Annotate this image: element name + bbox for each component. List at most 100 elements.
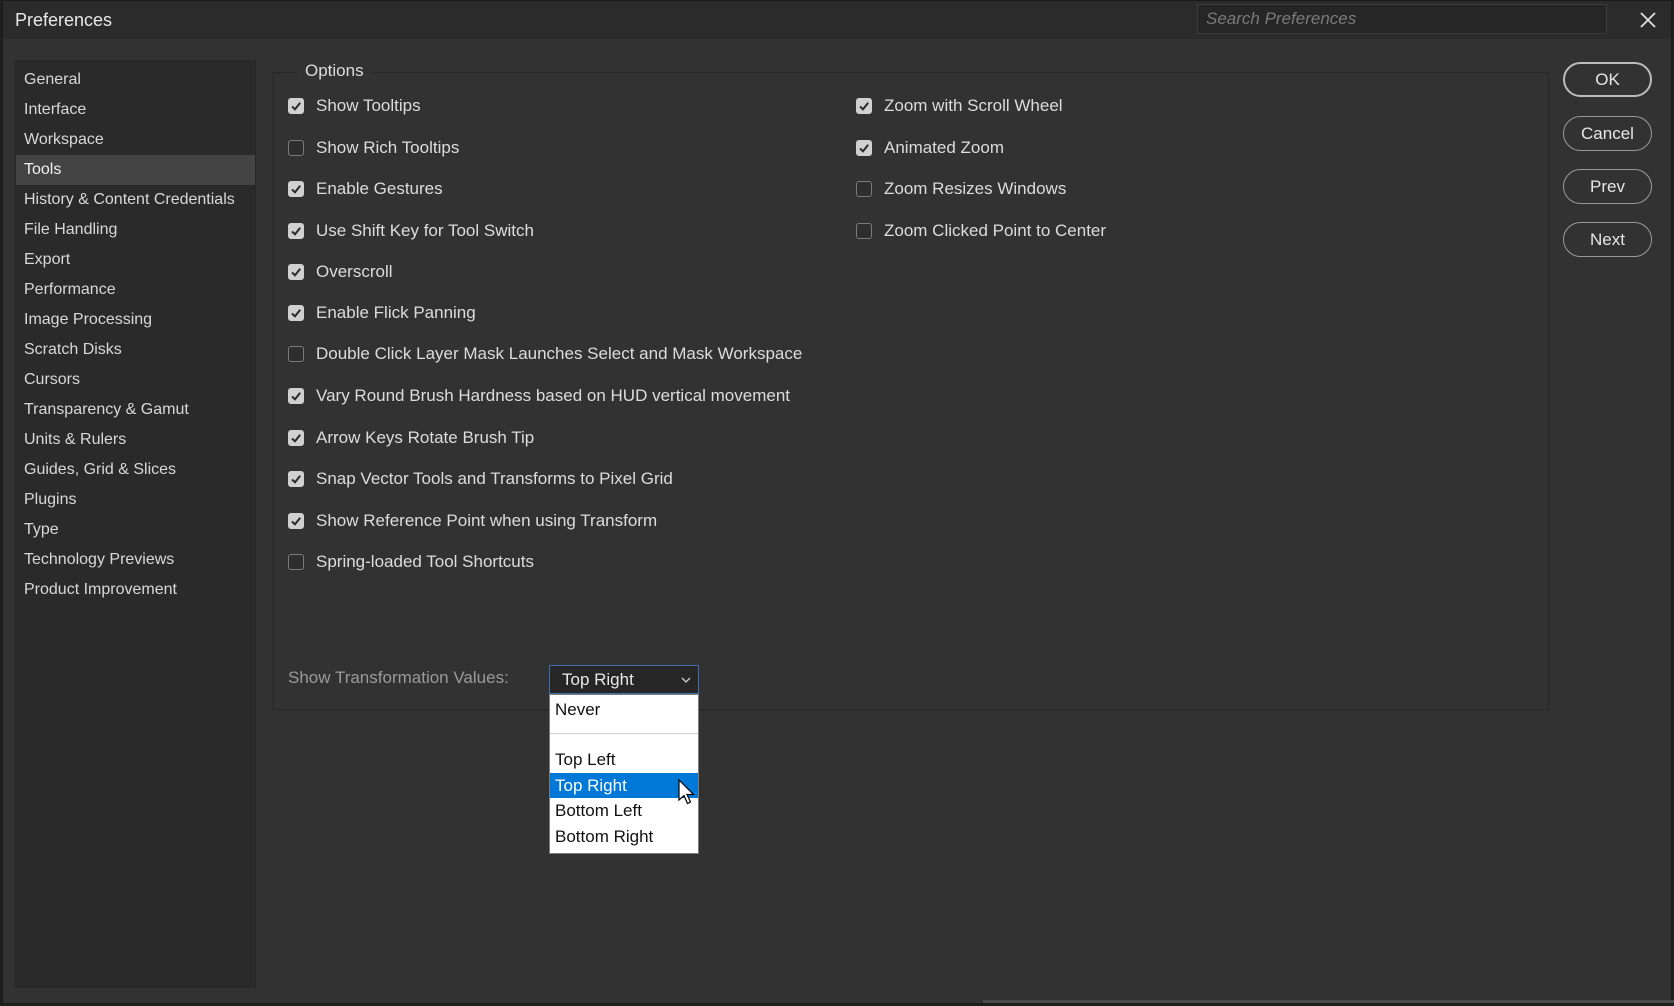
checkmark-icon [291,227,301,236]
checkbox[interactable] [288,471,304,487]
sidebar-item-general[interactable]: General [16,65,255,95]
checkbox[interactable] [856,98,872,114]
sidebar-item-product-improvement[interactable]: Product Improvement [16,575,255,605]
sidebar-item-file-handling[interactable]: File Handling [16,215,255,245]
checkbox[interactable] [288,140,304,156]
chevron-down-icon [681,677,691,683]
sidebar-item-type[interactable]: Type [16,515,255,545]
dropdown-option-bottom-left[interactable]: Bottom Left [550,798,698,823]
select-value: Top Right [562,669,634,689]
option-zoom-clicked-point[interactable]: Zoom Clicked Point to Center [856,219,1106,243]
dropdown-option-never[interactable]: Never [550,697,698,722]
options-group-label: Options [297,61,372,81]
transformation-values-select[interactable]: Top Right [549,665,699,694]
dropdown-option-top-left[interactable]: Top Left [550,747,698,772]
option-label: Snap Vector Tools and Transforms to Pixe… [316,469,673,488]
checkbox[interactable] [288,346,304,362]
option-label: Animated Zoom [884,138,1004,157]
option-label: Enable Gestures [316,179,443,198]
next-button[interactable]: Next [1563,222,1652,257]
checkbox[interactable] [288,388,304,404]
option-show-tooltips[interactable]: Show Tooltips [288,94,421,118]
cancel-button[interactable]: Cancel [1563,116,1652,151]
option-arrow-keys-rotate[interactable]: Arrow Keys Rotate Brush Tip [288,426,534,450]
close-button[interactable] [1635,7,1661,33]
search-input[interactable] [1197,4,1607,34]
checkmark-icon [291,102,301,111]
sidebar-item-interface[interactable]: Interface [16,95,255,125]
checkbox[interactable] [856,140,872,156]
option-label: Use Shift Key for Tool Switch [316,221,534,240]
option-double-click-layer-mask[interactable]: Double Click Layer Mask Launches Select … [288,342,802,366]
option-label: Spring-loaded Tool Shortcuts [316,552,534,571]
sidebar-item-scratch-disks[interactable]: Scratch Disks [16,335,255,365]
dialog-title: Preferences [15,10,113,30]
title-bar: Preferences [3,1,1671,39]
sidebar-item-technology-previews[interactable]: Technology Previews [16,545,255,575]
checkbox[interactable] [288,98,304,114]
option-overscroll[interactable]: Overscroll [288,260,393,284]
checkbox[interactable] [288,513,304,529]
option-label: Arrow Keys Rotate Brush Tip [316,428,535,447]
window-bottom-edge [983,1000,1674,1003]
dropdown-separator [550,733,698,734]
option-animated-zoom[interactable]: Animated Zoom [856,136,1004,160]
checkmark-icon [291,475,301,484]
transformation-values-dropdown: Never Top Left Top Right Bottom Left Bot… [549,694,699,854]
checkbox[interactable] [288,264,304,280]
checkmark-icon [859,144,869,153]
option-zoom-scroll-wheel[interactable]: Zoom with Scroll Wheel [856,94,1063,118]
dropdown-option-top-right[interactable]: Top Right [550,773,698,798]
option-label: Zoom with Scroll Wheel [884,96,1063,115]
checkmark-icon [859,102,869,111]
option-vary-round-brush[interactable]: Vary Round Brush Hardness based on HUD v… [288,384,790,408]
checkmark-icon [291,268,301,277]
option-enable-gestures[interactable]: Enable Gestures [288,177,443,201]
checkbox[interactable] [856,223,872,239]
option-label: Vary Round Brush Hardness based on HUD v… [316,386,791,405]
transformation-values-label: Show Transformation Values: [288,668,509,687]
option-label: Zoom Clicked Point to Center [884,221,1107,240]
option-label: Show Reference Point when using Transfor… [316,511,658,530]
option-show-reference-point[interactable]: Show Reference Point when using Transfor… [288,509,657,533]
option-label: Zoom Resizes Windows [884,179,1067,198]
checkmark-icon [291,517,301,526]
sidebar-item-guides[interactable]: Guides, Grid & Slices [16,455,255,485]
checkbox[interactable] [288,554,304,570]
sidebar-item-history[interactable]: History & Content Credentials [16,185,255,215]
checkmark-icon [291,434,301,443]
option-label: Enable Flick Panning [316,303,476,322]
checkbox[interactable] [856,181,872,197]
checkmark-icon [291,185,301,194]
sidebar-item-transparency[interactable]: Transparency & Gamut [16,395,255,425]
option-flick-panning[interactable]: Enable Flick Panning [288,301,476,325]
sidebar-item-units[interactable]: Units & Rulers [16,425,255,455]
checkmark-icon [291,309,301,318]
dropdown-option-bottom-right[interactable]: Bottom Right [550,824,698,849]
option-shift-key-tool-switch[interactable]: Use Shift Key for Tool Switch [288,219,534,243]
checkbox[interactable] [288,223,304,239]
option-label: Show Rich Tooltips [316,138,460,157]
mouse-pointer-icon [678,779,695,805]
sidebar-item-plugins[interactable]: Plugins [16,485,255,515]
ok-button[interactable]: OK [1563,62,1652,97]
close-icon [1640,12,1656,28]
option-zoom-resizes-windows[interactable]: Zoom Resizes Windows [856,177,1066,201]
option-snap-vector-tools[interactable]: Snap Vector Tools and Transforms to Pixe… [288,467,673,491]
category-sidebar: General Interface Workspace Tools Histor… [15,60,256,988]
sidebar-item-tools[interactable]: Tools [16,155,255,185]
sidebar-item-image-processing[interactable]: Image Processing [16,305,255,335]
option-label: Double Click Layer Mask Launches Select … [316,344,803,363]
checkbox[interactable] [288,181,304,197]
option-label: Overscroll [316,262,393,281]
prev-button[interactable]: Prev [1563,169,1652,204]
checkbox[interactable] [288,430,304,446]
sidebar-item-cursors[interactable]: Cursors [16,365,255,395]
option-spring-loaded-shortcuts[interactable]: Spring-loaded Tool Shortcuts [288,550,534,574]
sidebar-item-workspace[interactable]: Workspace [16,125,255,155]
option-label: Show Tooltips [316,96,421,115]
sidebar-item-performance[interactable]: Performance [16,275,255,305]
checkbox[interactable] [288,305,304,321]
option-show-rich-tooltips[interactable]: Show Rich Tooltips [288,136,459,160]
sidebar-item-export[interactable]: Export [16,245,255,275]
